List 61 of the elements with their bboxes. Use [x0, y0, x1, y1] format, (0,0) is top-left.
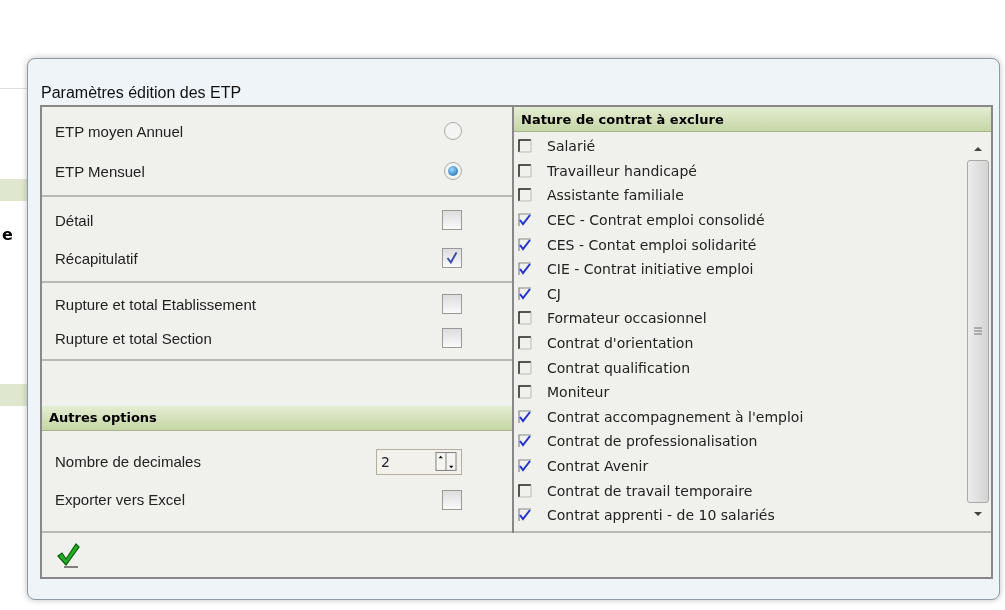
background-bar	[0, 384, 27, 406]
contract-label[interactable]: Formateur occasionnel	[547, 310, 707, 327]
checkbox[interactable]	[442, 210, 462, 230]
checkbox[interactable]	[518, 508, 532, 523]
contract-label[interactable]: Contrat apprenti - de 10 salariés	[547, 507, 775, 524]
option-label: Rupture et total Section	[55, 329, 212, 347]
checkbox[interactable]	[442, 294, 462, 314]
spinner-arrows-icon[interactable]	[435, 452, 457, 471]
contract-label[interactable]: Contrat de professionalisation	[547, 433, 758, 450]
option-label: ETP moyen Annuel	[55, 122, 184, 140]
contract-label[interactable]: CIE - Contrat initiative emploi	[547, 261, 754, 278]
option-label: ETP Mensuel	[55, 162, 145, 180]
option-label: Rupture et total Etablissement	[55, 295, 256, 313]
contract-label[interactable]: CEC - Contrat emploi consolidé	[547, 212, 765, 229]
checkbox[interactable]	[518, 459, 532, 473]
radio-button[interactable]	[444, 122, 462, 140]
contract-label[interactable]: Salarié	[547, 138, 596, 155]
scroll-thumb[interactable]	[967, 160, 989, 503]
checkbox[interactable]	[518, 311, 532, 326]
checkbox[interactable]	[442, 248, 462, 268]
checkbox[interactable]	[518, 385, 532, 400]
contract-label[interactable]: Contrat accompagnement à l'emploi	[547, 408, 804, 425]
contract-label[interactable]: Contrat qualification	[547, 359, 690, 376]
spinner-value: 2	[381, 453, 390, 470]
contract-label[interactable]: CJ	[547, 285, 561, 302]
confirm-check-icon[interactable]	[56, 541, 80, 568]
contract-label[interactable]: Contrat Avenir	[547, 458, 649, 474]
option-label: Exporter vers Excel	[55, 491, 186, 508]
checkbox[interactable]	[518, 360, 532, 375]
contract-label[interactable]: Assistante familiale	[547, 187, 684, 204]
option-label: Nombre de decimales	[55, 453, 201, 470]
checkbox[interactable]	[518, 213, 532, 228]
background-bar	[0, 179, 27, 201]
contract-label[interactable]: Contrat de travail temporaire	[547, 482, 753, 499]
radio-button[interactable]	[444, 162, 462, 180]
option-label: Détail	[55, 211, 94, 229]
number-spinner[interactable]: 2	[376, 448, 462, 475]
grip-icon	[973, 327, 983, 336]
option-label: Récapitulatif	[55, 249, 138, 267]
contract-label[interactable]: Contrat d'orientation	[547, 335, 694, 352]
section-header: Autres options	[42, 405, 512, 431]
contract-label[interactable]: Moniteur	[547, 384, 610, 401]
checkbox[interactable]	[518, 262, 532, 277]
checkbox[interactable]	[518, 188, 532, 203]
background-text: e	[1, 225, 14, 244]
checkbox[interactable]	[442, 328, 462, 348]
scroll-down-icon[interactable]	[973, 510, 983, 517]
checkbox[interactable]	[518, 163, 532, 178]
checkbox[interactable]	[518, 483, 532, 498]
checkbox[interactable]	[518, 434, 532, 449]
checkbox[interactable]	[518, 409, 532, 424]
checkbox[interactable]	[442, 489, 462, 510]
contract-label[interactable]: Travailleur handicapé	[547, 162, 697, 179]
checkbox[interactable]	[518, 237, 532, 252]
window-title: Paramètres édition des ETP	[40, 83, 243, 103]
checkbox[interactable]	[518, 336, 532, 351]
checkbox[interactable]	[518, 139, 532, 154]
checkbox[interactable]	[518, 286, 532, 301]
list-header: Nature de contrat à exclure	[514, 107, 991, 132]
contract-label[interactable]: CES - Contat emploi solidarité	[547, 236, 757, 253]
scroll-up-icon[interactable]	[973, 146, 983, 152]
